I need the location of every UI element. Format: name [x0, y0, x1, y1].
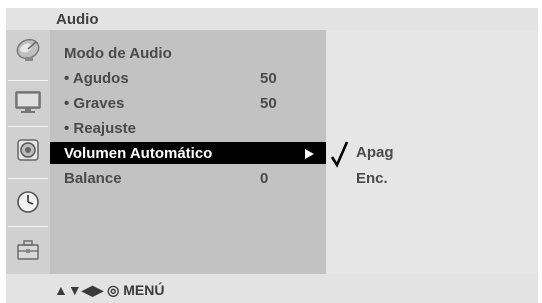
sidebar-divider	[8, 80, 48, 81]
clock-icon[interactable]	[6, 182, 50, 222]
satellite-dish-icon[interactable]	[6, 30, 50, 70]
menu-item-graves[interactable]: • Graves 50	[50, 92, 326, 114]
menu-item-label: • Agudos	[64, 70, 129, 87]
menu-item-reajuste[interactable]: • Reajuste	[50, 117, 326, 139]
menu-item-label: • Graves	[64, 95, 125, 112]
audio-menu-panel: Modo de Audio • Agudos 50 • Graves 50 • …	[50, 30, 326, 274]
sidebar-divider	[8, 126, 48, 127]
footer-bar: ▲▼◀▶ ◎ MENÚ	[6, 274, 538, 303]
sidebar-divider	[8, 178, 48, 179]
category-sidebar	[6, 30, 50, 274]
menu-item-value: 50	[260, 95, 277, 112]
menu-item-label: Balance	[64, 170, 122, 187]
menu-item-label: • Reajuste	[64, 120, 136, 137]
menu-item-balance[interactable]: Balance 0	[50, 167, 326, 189]
menu-title: Audio	[56, 11, 99, 28]
menu-item-value: 0	[260, 170, 269, 187]
option-enc[interactable]: Enc.	[356, 170, 388, 187]
option-apag[interactable]: Apag	[356, 144, 394, 161]
menu-item-modo-de-audio[interactable]: Modo de Audio	[50, 42, 326, 64]
menu-item-label: Modo de Audio	[64, 45, 172, 62]
menu-item-value: 50	[260, 70, 277, 87]
checkmark-icon	[330, 141, 349, 168]
menu-item-volumen-automatico[interactable]: Volumen Automático	[50, 142, 326, 164]
monitor-icon[interactable]	[6, 82, 50, 122]
toolbox-icon[interactable]	[6, 230, 50, 270]
menu-item-agudos[interactable]: • Agudos 50	[50, 67, 326, 89]
speaker-icon[interactable]	[6, 130, 50, 170]
right-arrow-icon	[305, 149, 314, 159]
navigation-hint: ▲▼◀▶ ◎ MENÚ	[54, 282, 165, 298]
menu-item-label: Volumen Automático	[64, 145, 213, 162]
menu-header: Audio	[6, 8, 538, 30]
submenu-panel: Apag Enc.	[326, 30, 538, 274]
sidebar-divider	[8, 226, 48, 227]
